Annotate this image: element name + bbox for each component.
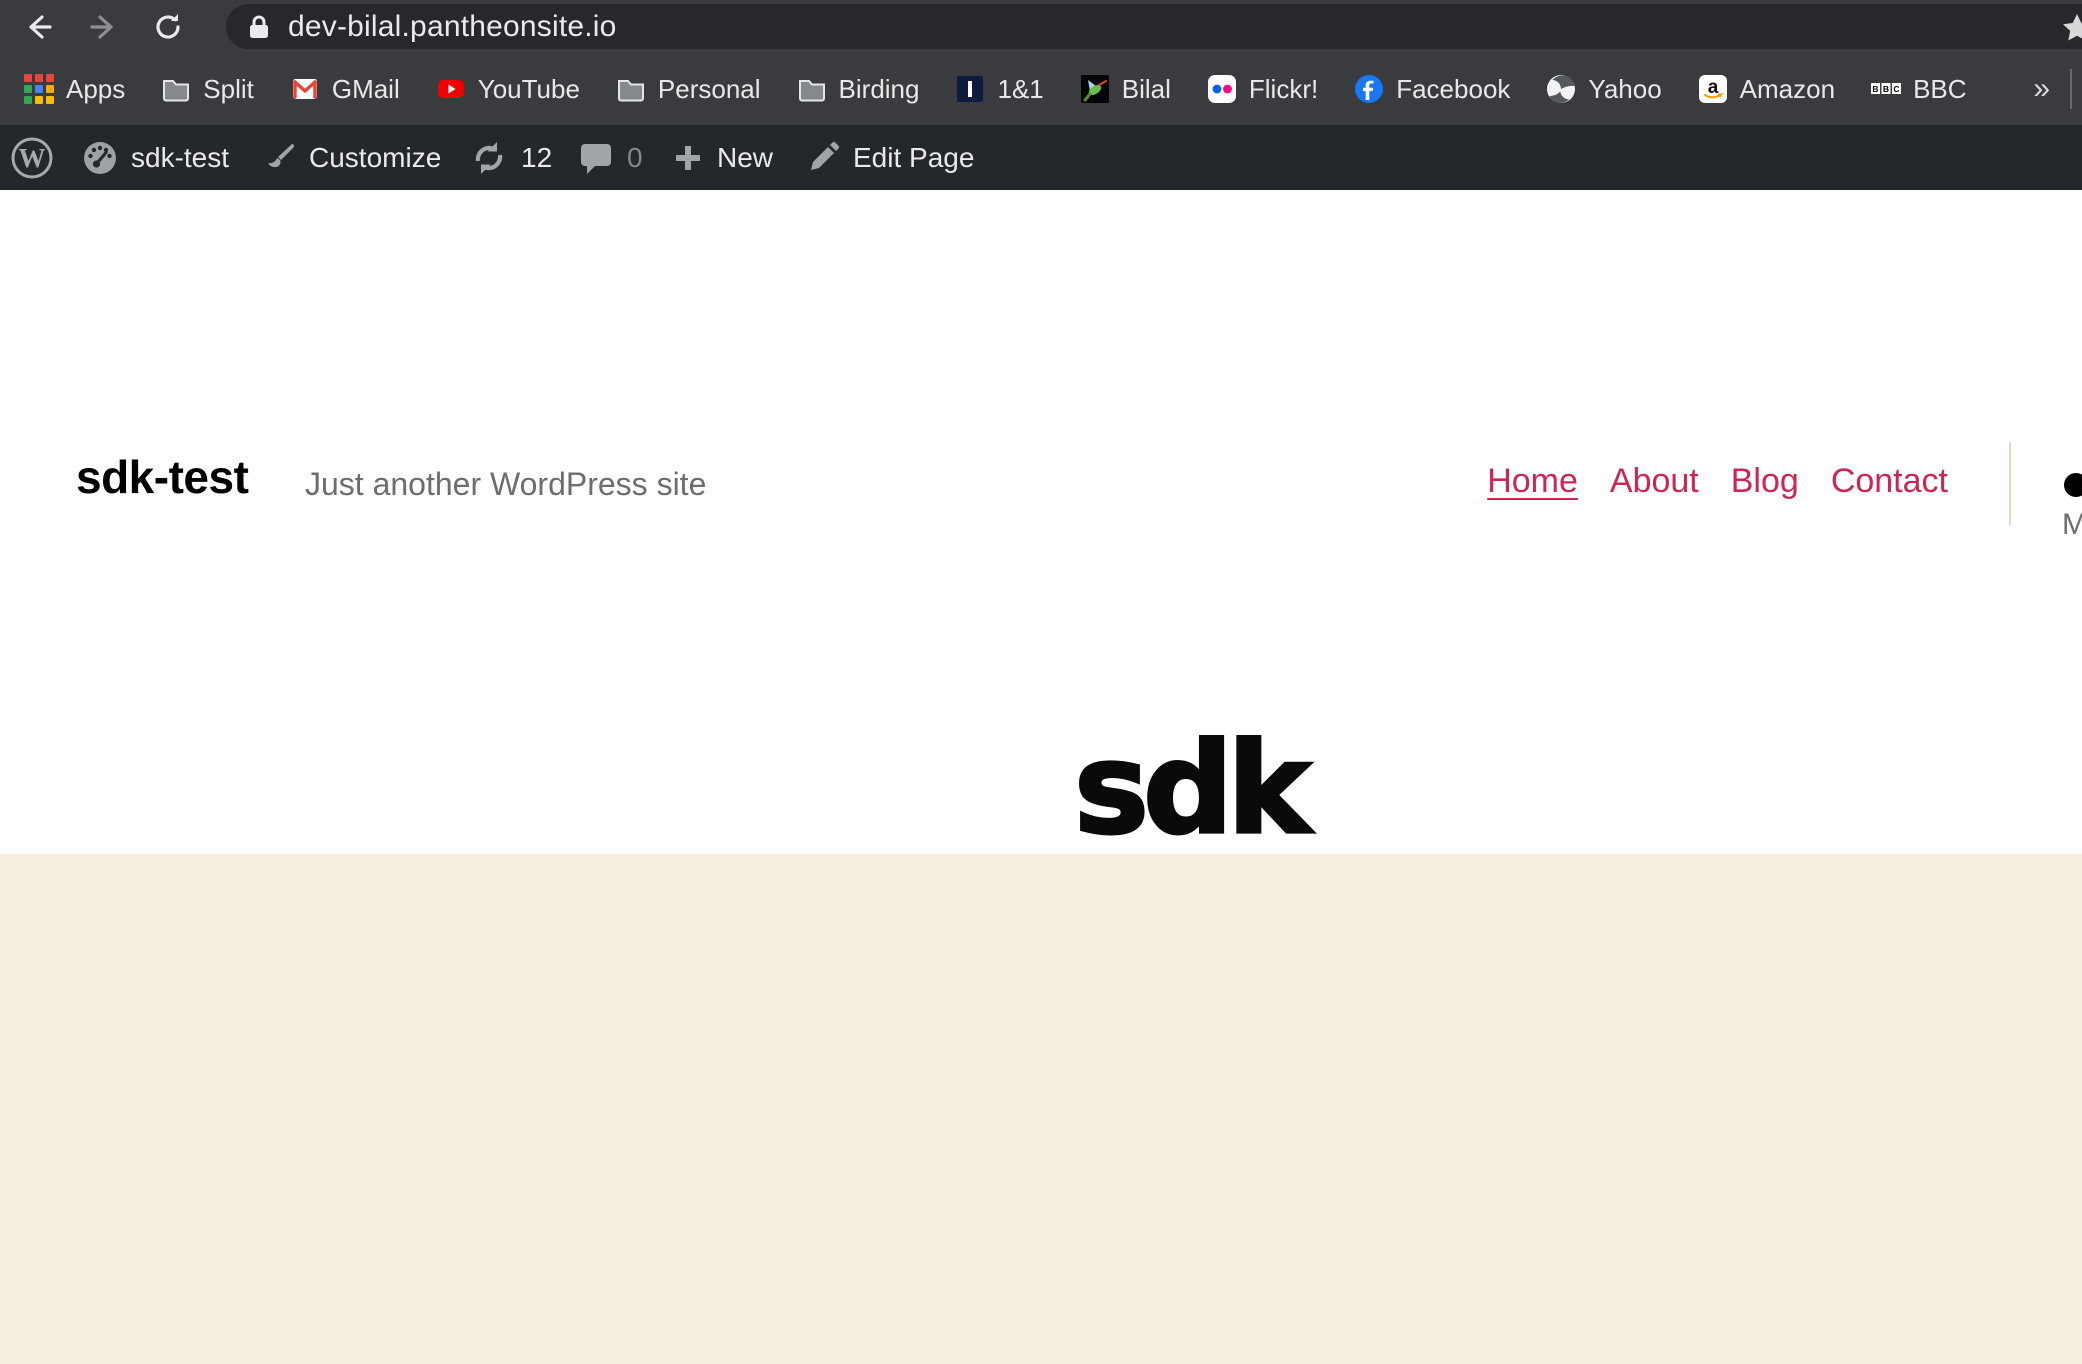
bookmark-label: Birding [839,74,920,105]
svg-text:B: B [1872,84,1878,94]
bookmark-label: Split [203,74,254,105]
wp-admin-bar: W sdk-test Customize 12 [0,125,2082,190]
hummingbird-icon [1080,74,1110,104]
bookmark-folder-personal[interactable]: Personal [616,74,761,105]
bookmark-label: GMail [332,74,400,105]
lock-icon [248,14,270,40]
bookmark-folder-birding[interactable]: Birding [797,74,920,105]
bookmark-label: BBC [1913,74,1966,105]
folder-icon [161,74,191,104]
bookmark-facebook[interactable]: Facebook [1354,74,1510,105]
comments-bubble-icon [578,139,614,177]
browser-toolbar: dev-bilal.pantheonsite.io [0,0,2082,53]
bookmark-label: 1&1 [997,74,1043,105]
bookmark-label: Flickr! [1249,74,1318,105]
wordpress-logo-icon: W [10,136,54,180]
nav-about[interactable]: About [1610,462,1699,501]
bookmark-label: Personal [658,74,761,105]
wp-logo-menu[interactable]: W [10,125,54,190]
bookmark-youtube[interactable]: YouTube [436,74,580,105]
header-dot-icon[interactable] [2064,473,2082,497]
svg-text:C: C [1893,84,1899,94]
bookmark-1and1[interactable]: 1&1 [955,74,1043,105]
forward-icon[interactable] [88,11,120,43]
admin-customize-label: Customize [309,142,441,174]
bbc-icon: B B C [1871,74,1901,104]
amazon-icon: a [1698,74,1728,104]
folder-icon [797,74,827,104]
pencil-icon [806,141,840,175]
updates-icon [470,139,508,177]
yahoo-globe-icon [1546,74,1576,104]
youtube-icon [436,74,466,104]
bookmark-yahoo[interactable]: Yahoo [1546,74,1661,105]
back-icon[interactable] [22,11,54,43]
folder-icon [616,74,646,104]
admin-comments[interactable]: 0 [578,125,643,190]
site-tagline: Just another WordPress site [305,466,706,503]
admin-updates[interactable]: 12 [470,125,552,190]
svg-text:a: a [1707,77,1718,98]
bookmark-label: Yahoo [1588,74,1661,105]
svg-text:W: W [19,143,46,173]
1and1-icon [955,74,985,104]
admin-site-menu[interactable]: sdk-test [82,125,229,190]
bookmark-bilal[interactable]: Bilal [1080,74,1171,105]
site-header: sdk-test Just another WordPress site Hom… [0,190,2082,854]
svg-text:B: B [1883,84,1889,94]
url-text[interactable]: dev-bilal.pantheonsite.io [288,10,617,44]
bookmark-label: Amazon [1740,74,1835,105]
nav-home[interactable]: Home [1487,462,1578,501]
bookmark-gmail[interactable]: GMail [290,74,400,105]
bookmark-label: YouTube [478,74,580,105]
flickr-icon [1207,74,1237,104]
customize-brush-icon [262,141,296,175]
google-apps-grid-icon [24,74,54,104]
bookmarks-divider [2070,69,2072,109]
plus-icon [672,142,704,174]
admin-edit-page[interactable]: Edit Page [806,125,974,190]
primary-nav: Home About Blog Contact [1487,462,1948,501]
bookmark-apps[interactable]: Apps [24,74,125,105]
nav-contact[interactable]: Contact [1831,462,1948,501]
admin-customize[interactable]: Customize [262,125,441,190]
bookmark-amazon[interactable]: a Amazon [1698,74,1835,105]
bookmark-label: Facebook [1396,74,1510,105]
bookmarks-bar: Apps Split GMail YouTube Personal Birdi [0,53,2082,125]
admin-site-name: sdk-test [131,142,229,174]
bookmark-label: Apps [66,74,125,105]
nav-blog[interactable]: Blog [1731,462,1799,501]
admin-comments-count: 0 [627,142,643,174]
admin-new[interactable]: New [672,125,773,190]
admin-edit-page-label: Edit Page [853,142,974,174]
split-section: Split: sample_feature, Treatment = off E… [0,854,2082,1364]
site-title[interactable]: sdk-test [76,450,248,504]
address-bar[interactable]: dev-bilal.pantheonsite.io [226,4,2082,49]
admin-updates-count: 12 [521,142,552,174]
facebook-icon [1354,74,1384,104]
header-partial-text: M [2062,508,2082,542]
bookmark-star-icon[interactable] [2060,11,2082,45]
gmail-icon [290,74,320,104]
bookmark-flickr[interactable]: Flickr! [1207,74,1318,105]
bookmark-label: Bilal [1122,74,1171,105]
bookmarks-overflow-area: » [2033,69,2072,109]
sdk-logo: sdk [1074,726,1305,852]
bookmark-bbc[interactable]: B B C BBC [1871,74,1966,105]
header-divider [2009,442,2011,525]
reload-icon[interactable] [152,11,184,43]
admin-new-label: New [717,142,773,174]
dashboard-gauge-icon [82,140,118,176]
bookmark-folder-split[interactable]: Split [161,74,254,105]
bookmarks-overflow-chevron[interactable]: » [2033,72,2052,106]
